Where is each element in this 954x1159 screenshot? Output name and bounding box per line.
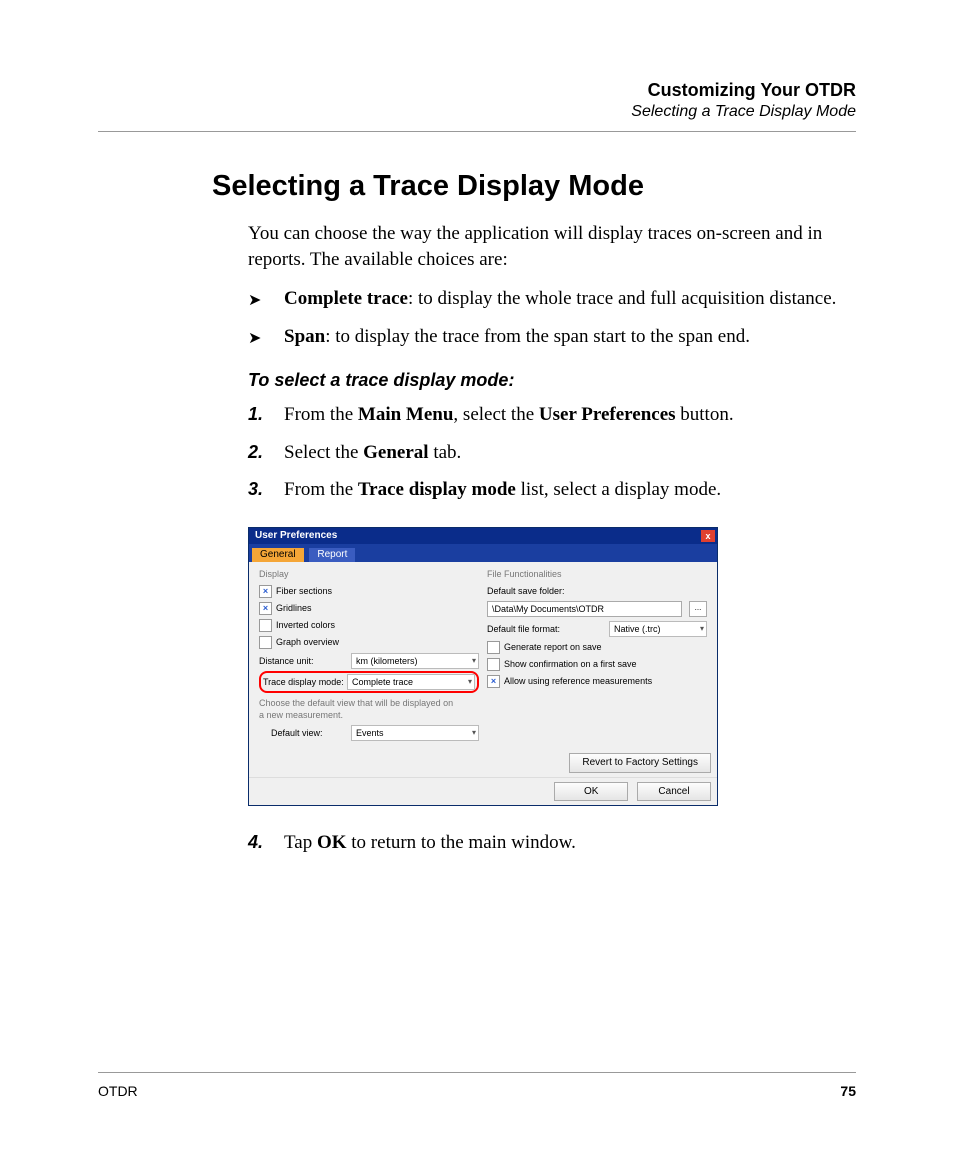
ok-button[interactable]: OK	[554, 782, 628, 802]
step-item: 3. From the Trace display mode list, sel…	[248, 477, 856, 503]
step-text: list, select a display mode.	[516, 479, 721, 500]
checkbox-fiber-sections[interactable]: ×	[259, 585, 272, 598]
bullet-term: Span	[284, 326, 325, 347]
bullet-term: Complete trace	[284, 288, 408, 309]
revert-button[interactable]: Revert to Factory Settings	[569, 753, 711, 773]
input-default-save-folder[interactable]: \Data\My Documents\OTDR	[487, 601, 682, 617]
cancel-button[interactable]: Cancel	[637, 782, 711, 802]
select-default-view[interactable]: Events ▾	[351, 725, 479, 741]
label-gridlines: Gridlines	[276, 602, 312, 614]
footer-divider	[98, 1072, 856, 1073]
step-bold: Trace display mode	[358, 479, 516, 500]
note-default-view: Choose the default view that will be dis…	[259, 697, 459, 721]
bullet-icon: ➤	[248, 290, 261, 312]
label-inverted-colors: Inverted colors	[276, 619, 335, 631]
header-divider	[98, 131, 856, 132]
step-text: button.	[676, 404, 734, 425]
step-number: 2.	[248, 440, 263, 464]
checkbox-graph-overview[interactable]	[259, 636, 272, 649]
label-graph-overview: Graph overview	[276, 636, 339, 648]
chevron-down-icon: ▾	[472, 656, 476, 667]
group-file-functionalities: File Functionalities	[487, 568, 707, 580]
bullet-item: ➤ Complete trace: to display the whole t…	[248, 286, 856, 312]
checkbox-gridlines[interactable]: ×	[259, 602, 272, 615]
step-text: tab.	[429, 442, 462, 463]
header-section: Selecting a Trace Display Mode	[98, 103, 856, 121]
step-number: 3.	[248, 477, 263, 501]
group-display: Display	[259, 568, 479, 580]
label-default-file-format: Default file format:	[487, 623, 609, 635]
step-bold: General	[363, 442, 428, 463]
user-preferences-dialog: User Preferences x General Report Displa…	[248, 527, 718, 806]
label-show-confirmation: Show confirmation on a first save	[504, 658, 637, 670]
page-title: Selecting a Trace Display Mode	[212, 170, 856, 203]
select-value: Events	[356, 727, 384, 739]
label-allow-reference: Allow using reference measurements	[504, 675, 652, 687]
step-number: 1.	[248, 402, 263, 426]
bullet-desc: : to display the trace from the span sta…	[325, 326, 750, 347]
highlight-trace-display-mode: Trace display mode: Complete trace ▾	[259, 671, 479, 693]
step-text: , select the	[453, 404, 538, 425]
step-bold: User Preferences	[539, 404, 676, 425]
footer-left: OTDR	[98, 1083, 138, 1099]
label-fiber-sections: Fiber sections	[276, 585, 332, 597]
step-text: From the	[284, 479, 358, 500]
dialog-titlebar: User Preferences x	[249, 528, 717, 544]
page-number: 75	[840, 1083, 856, 1099]
browse-button[interactable]: ...	[689, 601, 707, 617]
step-text: Tap	[284, 832, 317, 853]
label-trace-display-mode: Trace display mode:	[263, 676, 347, 688]
dialog-tabbar: General Report	[249, 544, 717, 562]
label-generate-report: Generate report on save	[504, 641, 602, 653]
step-bold: Main Menu	[358, 404, 454, 425]
select-default-file-format[interactable]: Native (.trc) ▾	[609, 621, 707, 637]
select-trace-display-mode[interactable]: Complete trace ▾	[347, 674, 475, 690]
close-icon[interactable]: x	[701, 530, 715, 542]
bullet-item: ➤ Span: to display the trace from the sp…	[248, 324, 856, 350]
tab-general[interactable]: General	[252, 548, 304, 562]
step-text: Select the	[284, 442, 363, 463]
header-chapter: Customizing Your OTDR	[98, 80, 856, 101]
bullet-icon: ➤	[248, 328, 261, 350]
chevron-down-icon: ▾	[472, 728, 476, 739]
select-distance-unit[interactable]: km (kilometers) ▾	[351, 653, 479, 669]
step-item: 1. From the Main Menu, select the User P…	[248, 402, 856, 428]
tab-report[interactable]: Report	[309, 548, 355, 562]
step-bold: OK	[317, 832, 347, 853]
select-value: Complete trace	[352, 676, 413, 688]
step-number: 4.	[248, 830, 263, 854]
checkbox-allow-reference[interactable]: ×	[487, 675, 500, 688]
dialog-title: User Preferences	[255, 529, 337, 543]
checkbox-inverted-colors[interactable]	[259, 619, 272, 632]
checkbox-generate-report[interactable]	[487, 641, 500, 654]
select-value: Native (.trc)	[614, 623, 661, 635]
step-item: 4. Tap OK to return to the main window.	[248, 830, 856, 856]
step-text: to return to the main window.	[347, 832, 576, 853]
label-default-save-folder: Default save folder:	[487, 585, 565, 597]
checkbox-show-confirmation[interactable]	[487, 658, 500, 671]
label-distance-unit: Distance unit:	[259, 655, 351, 667]
label-default-view: Default view:	[271, 727, 351, 739]
instruction-heading: To select a trace display mode:	[248, 368, 856, 392]
intro-paragraph: You can choose the way the application w…	[248, 221, 856, 272]
step-text: From the	[284, 404, 358, 425]
bullet-desc: : to display the whole trace and full ac…	[408, 288, 836, 309]
chevron-down-icon: ▾	[468, 677, 472, 688]
select-value: km (kilometers)	[356, 655, 418, 667]
chevron-down-icon: ▾	[700, 624, 704, 635]
step-item: 2. Select the General tab.	[248, 440, 856, 466]
